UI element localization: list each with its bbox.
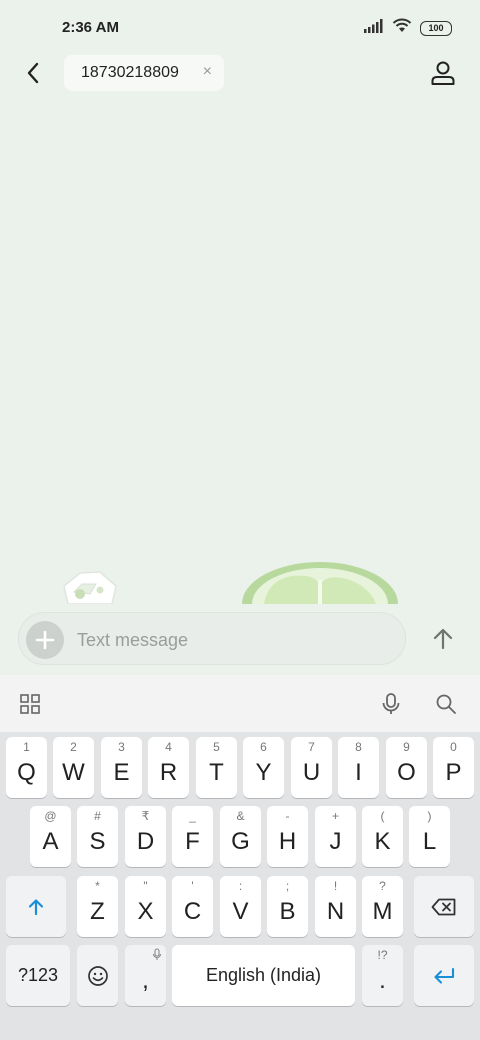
- status-bar: 2:36 AM 100: [0, 0, 480, 50]
- search-button[interactable]: [431, 689, 461, 719]
- plus-icon: [35, 630, 55, 650]
- key-i[interactable]: 8I: [338, 737, 379, 798]
- key-l[interactable]: ) L: [409, 806, 450, 867]
- enter-key[interactable]: [414, 945, 474, 1006]
- key-s[interactable]: # S: [77, 806, 118, 867]
- backspace-key[interactable]: [414, 876, 474, 937]
- apps-grid-button[interactable]: [15, 689, 45, 719]
- key-f[interactable]: _ F: [172, 806, 213, 867]
- enter-icon: [434, 967, 455, 984]
- space-key[interactable]: English (India): [172, 945, 355, 1006]
- key-e[interactable]: 3E: [101, 737, 142, 798]
- shift-arrow-icon: [28, 898, 44, 915]
- attach-button[interactable]: [26, 621, 64, 659]
- key-b[interactable]: ; B: [267, 876, 308, 937]
- lime-slice-illustration: [242, 562, 398, 604]
- period-key[interactable]: !?.: [362, 945, 403, 1006]
- key-h[interactable]: -H: [267, 806, 308, 867]
- key-w[interactable]: 2W: [53, 737, 94, 798]
- status-time: 2:36 AM: [62, 19, 119, 36]
- key-t[interactable]: 5T: [196, 737, 237, 798]
- message-input[interactable]: [77, 627, 377, 653]
- key-n[interactable]: ! N: [315, 876, 356, 937]
- key-g[interactable]: & G: [220, 806, 261, 867]
- send-button[interactable]: [426, 622, 460, 656]
- status-icons: 100: [364, 18, 452, 38]
- key-z[interactable]: * Z: [77, 876, 118, 937]
- emoji-icon: [87, 965, 108, 986]
- apps-grid-icon: [20, 694, 40, 714]
- shift-key[interactable]: [6, 876, 66, 937]
- backspace-icon: [431, 898, 456, 915]
- key-u[interactable]: 7U: [291, 737, 332, 798]
- ice-cube-illustration: [63, 571, 117, 604]
- send-arrow-icon: [433, 628, 453, 650]
- conversation-header: 18730218809 ×: [0, 50, 480, 96]
- recipient-number: 18730218809: [81, 64, 179, 81]
- voice-input-button[interactable]: [376, 689, 406, 719]
- message-composer: [18, 612, 406, 665]
- key-r[interactable]: 4R: [148, 737, 189, 798]
- key-y[interactable]: 6Y: [243, 737, 284, 798]
- contact-profile-button[interactable]: [428, 58, 458, 88]
- search-icon: [436, 694, 456, 714]
- key-o[interactable]: 9O: [386, 737, 427, 798]
- emoji-key[interactable]: [77, 945, 118, 1006]
- key-m[interactable]: ? M: [362, 876, 403, 937]
- back-button[interactable]: [18, 58, 48, 88]
- signal-icon: [364, 18, 384, 38]
- key-c[interactable]: ' C: [172, 876, 213, 937]
- back-arrow-icon: [27, 62, 39, 84]
- microphone-hint-icon: [152, 948, 162, 960]
- key-p[interactable]: 0P: [433, 737, 474, 798]
- battery-icon: 100: [420, 20, 452, 36]
- key-d[interactable]: ₹ D: [125, 806, 166, 867]
- microphone-icon: [382, 693, 400, 714]
- key-x[interactable]: " X: [125, 876, 166, 937]
- background-illustration: [0, 560, 480, 604]
- key-k[interactable]: (K: [362, 806, 403, 867]
- keyboard-toolbar: [0, 675, 480, 732]
- wifi-icon: [392, 18, 412, 38]
- key-v[interactable]: :V: [220, 876, 261, 937]
- recipient-chip[interactable]: 18730218809 ×: [64, 55, 224, 91]
- remove-recipient-icon[interactable]: ×: [203, 63, 212, 81]
- on-screen-keyboard: 1Q 2W 3E 4R 5T 6Y 7U 8I 9O 0P @ A # S ₹ D _…: [0, 732, 480, 1040]
- key-q[interactable]: 1Q: [6, 737, 47, 798]
- symbols-key[interactable]: ?123: [6, 945, 70, 1006]
- person-icon: [431, 61, 455, 85]
- comma-key[interactable]: ,: [125, 945, 166, 1006]
- key-a[interactable]: @ A: [30, 806, 71, 867]
- key-j[interactable]: + J: [315, 806, 356, 867]
